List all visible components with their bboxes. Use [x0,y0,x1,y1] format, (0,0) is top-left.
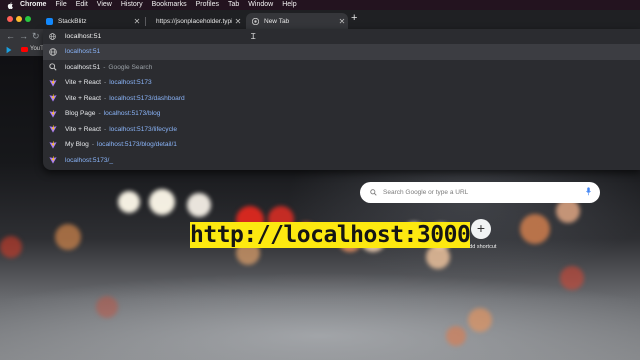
menu-profiles[interactable]: Profiles [196,0,219,10]
suggestion-item[interactable]: My Blog - localhost:5173/blog/detail/1 [43,137,640,153]
suggestion-separator: - [98,110,101,118]
vite-icon [49,79,57,87]
suggestion-title: Vite + React [65,94,101,102]
new-tab-button[interactable]: + [351,13,357,24]
menu-bookmarks[interactable]: Bookmarks [152,0,187,10]
google-search-box[interactable]: Search Google or type a URL [360,182,600,203]
suggestion-item[interactable]: Vite + React - localhost:5173/lifecycle [43,122,640,138]
plus-icon: + [471,219,491,239]
stackblitz-icon [46,17,53,25]
tab-new-tab[interactable]: New Tab ✕ [246,13,348,29]
minimize-window-button[interactable] [16,16,22,22]
tab-title: https://jsonplaceholder.typicode.com [156,17,232,25]
suggestion-separator: - [103,79,107,87]
window-controls [7,16,31,22]
suggestion-url: localhost:51 [65,48,101,56]
tab-divider [145,17,146,26]
suggestion-separator: - [103,125,107,133]
suggestion-separator: - [91,141,95,149]
zoom-window-button[interactable] [25,16,31,22]
bokeh-light [560,266,584,290]
tab-stackblitz[interactable]: StackBlitz ✕ [40,13,143,29]
vite-icon [49,125,57,133]
bokeh-light [446,326,466,346]
address-bar[interactable] [43,29,640,44]
suggestion-title: Blog Page [65,110,96,118]
forward-arrow-icon[interactable]: → [19,31,28,42]
tab-title: StackBlitz [58,17,87,25]
suggestion-query: localhost:51 [65,63,101,71]
suggestion-url: localhost:5173/dashboard [109,94,185,102]
omnibox-dropdown: Ɪ localhost:51 localhost:51 - Google Sea… [43,29,640,170]
bokeh-light [118,191,140,213]
close-icon[interactable]: ✕ [336,17,348,26]
menu-tab[interactable]: Tab [228,0,239,10]
bokeh-light [187,193,211,217]
suggestion-separator: - [103,63,106,71]
tab-title: New Tab [264,17,290,25]
bokeh-light [0,236,22,258]
suggestion-url: localhost:5173/blog/detail/1 [97,141,177,149]
vite-icon [49,110,57,118]
suggestion-list: localhost:51 localhost:51 - Google Searc… [43,44,640,168]
reload-icon[interactable]: ↻ [32,31,40,42]
suggestion-title: My Blog [65,141,89,149]
suggestion-item[interactable]: Vite + React - localhost:5173/dashboard [43,91,640,107]
chrome-icon [252,17,259,25]
globe-icon [49,33,56,40]
suggestion-url: localhost:5173/_ [65,156,114,164]
suggestion-item[interactable]: Vite + React - localhost:5173 [43,75,640,91]
address-bar-input[interactable] [65,30,265,43]
suggestion-title: Vite + React [65,125,101,133]
tab-jsonplaceholder[interactable]: https://jsonplaceholder.typicode.com ✕ [150,13,244,29]
youtube-icon [21,46,28,52]
menu-help[interactable]: Help [282,0,296,10]
bokeh-light [468,308,492,332]
close-window-button[interactable] [7,16,13,22]
microphone-icon[interactable] [586,187,591,196]
menu-edit[interactable]: Edit [76,0,88,10]
bookmark-app-icon[interactable] [5,46,13,54]
mouse-cursor-ibeam: Ɪ [251,32,256,41]
vite-icon [49,156,57,164]
search-icon [370,189,377,196]
close-icon[interactable]: ✕ [232,17,244,26]
bokeh-light [149,189,175,215]
menu-view[interactable]: View [97,0,112,10]
suggestion-url: localhost:5173/blog [103,110,161,118]
suggestion-item[interactable]: localhost:51 [43,44,640,60]
bokeh-light [520,214,550,244]
globe-icon [49,47,57,56]
bokeh-light [426,245,450,269]
suggestion-url: localhost:5173 [109,79,152,87]
suggestion-item[interactable]: localhost:5173/_ [43,153,640,169]
add-shortcut-label: Add shortcut [465,244,497,250]
localhost-overlay-caption: http://localhost:3000 [190,222,471,248]
suggestion-item[interactable]: localhost:51 - Google Search [43,60,640,76]
suggestion-separator: - [103,94,107,102]
suggestion-url: localhost:5173/lifecycle [109,125,177,133]
close-icon[interactable]: ✕ [131,17,143,26]
search-placeholder: Search Google or type a URL [383,189,469,196]
menu-app-name[interactable]: Chrome [20,0,46,10]
back-arrow-icon[interactable]: ← [6,31,15,42]
menu-history[interactable]: History [121,0,143,10]
menu-file[interactable]: File [55,0,66,10]
mac-menubar: Chrome File Edit View History Bookmarks … [0,0,640,10]
search-icon [49,63,57,71]
suggestion-description: Google Search [108,63,153,71]
tab-strip: StackBlitz ✕ https://jsonplaceholder.typ… [0,10,640,29]
apple-icon[interactable] [6,1,15,9]
suggestion-item[interactable]: Blog Page - localhost:5173/blog [43,106,640,122]
vite-icon [49,94,57,102]
suggestion-title: Vite + React [65,79,101,87]
vite-icon [49,141,57,149]
menu-window[interactable]: Window [248,0,273,10]
bokeh-light [55,224,81,250]
bokeh-light [96,296,118,318]
